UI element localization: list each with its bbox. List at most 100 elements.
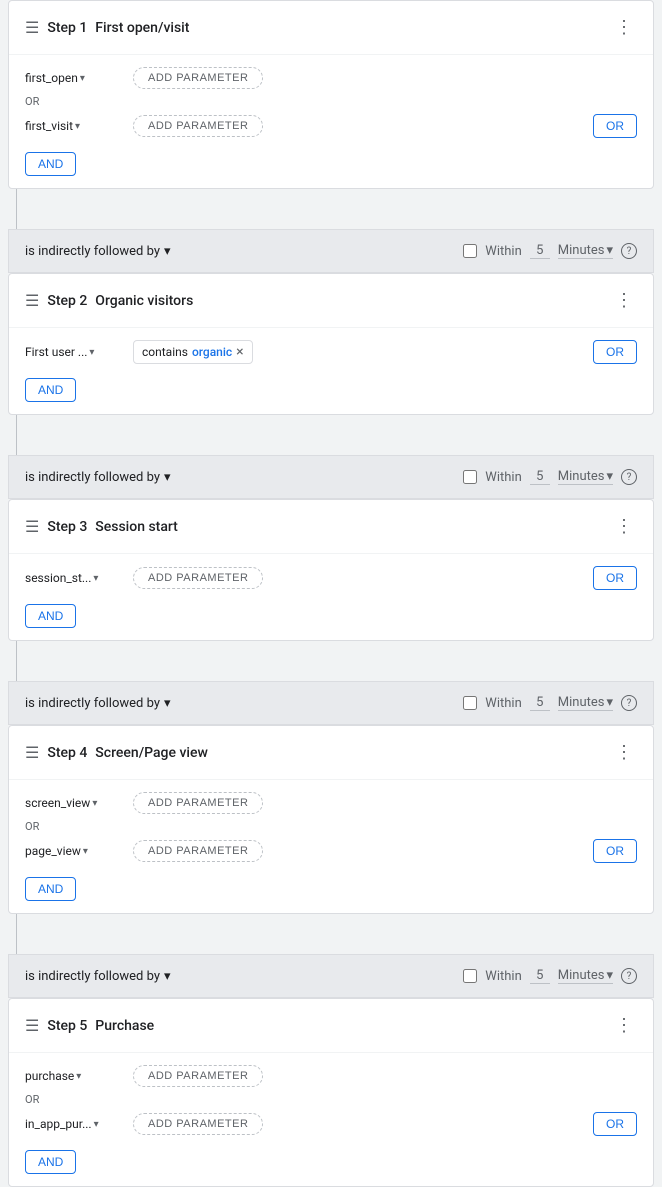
step-3-card: ☰ Step 3 Session start ⋮ session_st... ▾… <box>8 499 654 641</box>
first-user-selector[interactable]: First user ... ▾ <box>25 345 125 359</box>
step-3-number: Step 3 <box>47 519 87 535</box>
within-checkbox-input-2[interactable] <box>463 470 477 484</box>
within-checkbox-1[interactable] <box>463 244 477 258</box>
session-start-label: session_st... <box>25 571 91 585</box>
add-param-btn-5[interactable]: ADD PARAMETER <box>133 840 263 862</box>
purchase-label: purchase <box>25 1069 74 1083</box>
or-button-5[interactable]: OR <box>593 1112 637 1136</box>
step-1-header: ☰ Step 1 First open/visit ⋮ <box>9 1 653 55</box>
event-row-1: first_open ▾ ADD PARAMETER <box>25 67 637 89</box>
help-icon-2[interactable]: ? <box>621 469 637 485</box>
or-label-4: OR <box>25 820 637 833</box>
event-row-step5-1: purchase ▾ ADD PARAMETER <box>25 1065 637 1087</box>
chevron-down-icon-minutes-3: ▾ <box>606 695 613 710</box>
close-icon-organic[interactable]: × <box>236 344 243 360</box>
and-button-1[interactable]: AND <box>25 152 76 176</box>
help-icon-4[interactable]: ? <box>621 968 637 984</box>
help-icon-3[interactable]: ? <box>621 695 637 711</box>
within-checkbox-input-1[interactable] <box>463 244 477 258</box>
step-3-body: session_st... ▾ ADD PARAMETER OR AND <box>9 554 653 628</box>
chevron-down-icon-6: ▾ <box>83 846 88 857</box>
drag-handle-icon: ☰ <box>25 18 39 37</box>
in-app-pur-selector[interactable]: in_app_pur... ▾ <box>25 1117 125 1131</box>
screen-view-label: screen_view <box>25 796 90 810</box>
drag-handle-icon-2: ☰ <box>25 291 39 310</box>
indirect-follow-dropdown-3[interactable]: is indirectly followed by ▾ <box>25 696 171 711</box>
step-3-title: Session start <box>95 519 603 535</box>
add-param-btn-3[interactable]: ADD PARAMETER <box>133 567 263 589</box>
step-5-title: Purchase <box>95 1018 603 1034</box>
step-2-more-icon[interactable]: ⋮ <box>611 286 637 315</box>
step-1-card: ☰ Step 1 First open/visit ⋮ first_open ▾… <box>8 0 654 189</box>
screen-view-selector[interactable]: screen_view ▾ <box>25 796 125 810</box>
event-row-step4-2: page_view ▾ ADD PARAMETER OR <box>25 839 637 863</box>
add-param-btn-1[interactable]: ADD PARAMETER <box>133 67 263 89</box>
step-3-more-icon[interactable]: ⋮ <box>611 512 637 541</box>
indirect-follow-dropdown-1[interactable]: is indirectly followed by ▾ <box>25 244 171 259</box>
purchase-selector[interactable]: purchase ▾ <box>25 1069 125 1083</box>
step-5-card: ☰ Step 5 Purchase ⋮ purchase ▾ ADD PARAM… <box>8 998 654 1187</box>
connector-line-4 <box>16 914 17 954</box>
and-button-4[interactable]: AND <box>25 877 76 901</box>
minutes-dropdown-3[interactable]: Minutes ▾ <box>558 695 613 711</box>
and-button-5[interactable]: AND <box>25 1150 76 1174</box>
connector-line-1 <box>16 189 17 229</box>
add-param-btn-7[interactable]: ADD PARAMETER <box>133 1113 263 1135</box>
within-label-3: Within <box>485 696 521 711</box>
minutes-label-2: Minutes <box>558 469 605 484</box>
or-button-2[interactable]: OR <box>593 340 637 364</box>
first-open-selector[interactable]: first_open ▾ <box>25 71 125 85</box>
minutes-dropdown-4[interactable]: Minutes ▾ <box>558 968 613 984</box>
or-label-5: OR <box>25 1093 637 1106</box>
step-4-more-icon[interactable]: ⋮ <box>611 738 637 767</box>
drag-handle-icon-3: ☰ <box>25 517 39 536</box>
add-param-btn-2[interactable]: ADD PARAMETER <box>133 115 263 137</box>
step-4-header: ☰ Step 4 Screen/Page view ⋮ <box>9 726 653 780</box>
step-4-number: Step 4 <box>47 745 87 761</box>
minutes-dropdown-2[interactable]: Minutes ▾ <box>558 469 613 485</box>
step-1-body: first_open ▾ ADD PARAMETER OR first_visi… <box>9 55 653 176</box>
and-button-3[interactable]: AND <box>25 604 76 628</box>
indirect-follow-dropdown-2[interactable]: is indirectly followed by ▾ <box>25 470 171 485</box>
or-button-3[interactable]: OR <box>593 566 637 590</box>
page-view-selector[interactable]: page_view ▾ <box>25 844 125 858</box>
step-5-more-icon[interactable]: ⋮ <box>611 1011 637 1040</box>
or-button-1[interactable]: OR <box>593 114 637 138</box>
step-4-title: Screen/Page view <box>95 745 603 761</box>
connector-line-3 <box>16 641 17 681</box>
between-steps-3-4: is indirectly followed by ▾ Within 5 Min… <box>8 681 654 725</box>
or-button-4[interactable]: OR <box>593 839 637 863</box>
within-checkbox-3[interactable] <box>463 696 477 710</box>
between-steps-4-5: is indirectly followed by ▾ Within 5 Min… <box>8 954 654 998</box>
chevron-down-icon-between-1: ▾ <box>164 244 171 259</box>
drag-handle-icon-5: ☰ <box>25 1016 39 1035</box>
help-icon-1[interactable]: ? <box>621 243 637 259</box>
chevron-down-icon-4: ▾ <box>93 573 98 584</box>
within-checkbox-4[interactable] <box>463 969 477 983</box>
chevron-down-icon: ▾ <box>80 73 85 84</box>
within-checkbox-input-4[interactable] <box>463 969 477 983</box>
chevron-down-icon-3: ▾ <box>89 347 94 358</box>
add-param-btn-6[interactable]: ADD PARAMETER <box>133 1065 263 1087</box>
or-label-1: OR <box>25 95 637 108</box>
session-start-selector[interactable]: session_st... ▾ <box>25 571 125 585</box>
within-value-3: 5 <box>530 695 550 711</box>
between-steps-1-2: is indirectly followed by ▾ Within 5 Min… <box>8 229 654 273</box>
first-visit-selector[interactable]: first_visit ▾ <box>25 119 125 133</box>
within-checkbox-2[interactable] <box>463 470 477 484</box>
add-param-btn-4[interactable]: ADD PARAMETER <box>133 792 263 814</box>
within-label-4: Within <box>485 969 521 984</box>
step-1-more-icon[interactable]: ⋮ <box>611 13 637 42</box>
and-button-2[interactable]: AND <box>25 378 76 402</box>
step-2-header: ☰ Step 2 Organic visitors ⋮ <box>9 274 653 328</box>
within-checkbox-input-3[interactable] <box>463 696 477 710</box>
chevron-down-icon-minutes-1: ▾ <box>606 243 613 258</box>
chevron-down-icon-5: ▾ <box>92 798 97 809</box>
event-row-2: first_visit ▾ ADD PARAMETER OR <box>25 114 637 138</box>
step-2-body: First user ... ▾ contains organic × OR A… <box>9 328 653 402</box>
minutes-label-1: Minutes <box>558 243 605 258</box>
indirect-follow-dropdown-4[interactable]: is indirectly followed by ▾ <box>25 969 171 984</box>
between-steps-2-3: is indirectly followed by ▾ Within 5 Min… <box>8 455 654 499</box>
step-2-number: Step 2 <box>47 293 87 309</box>
minutes-dropdown-1[interactable]: Minutes ▾ <box>558 243 613 259</box>
